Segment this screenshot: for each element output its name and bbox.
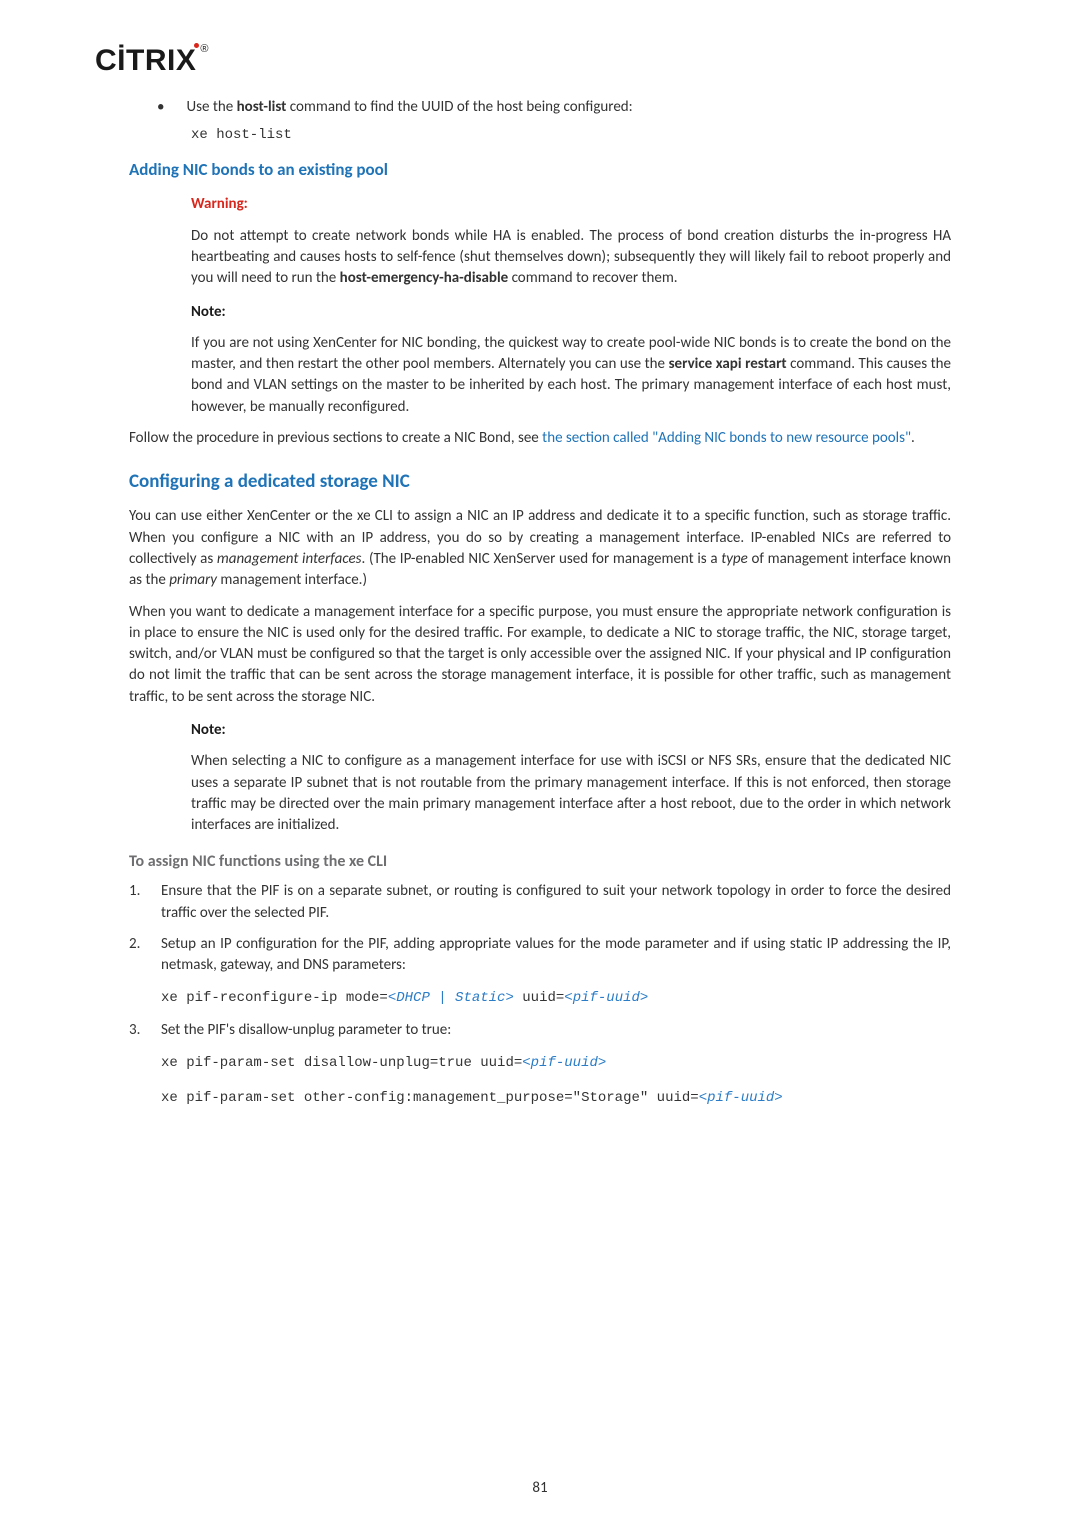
link-adding-nic-bonds[interactable]: the section called "Adding NIC bonds to … bbox=[542, 429, 911, 447]
warning-text: Do not attempt to create network bonds w… bbox=[191, 226, 951, 290]
warning-label: Warning: bbox=[191, 194, 951, 215]
note-2-block: Note: When selecting a NIC to configure … bbox=[191, 720, 951, 836]
code-variable: <pif-uuid> bbox=[564, 990, 648, 1006]
bullet-text: Use the host-list command to find the UU… bbox=[186, 97, 632, 118]
code-host-list: xe host-list bbox=[191, 124, 985, 146]
note-label-1: Note: bbox=[191, 302, 951, 323]
note-label-2: Note: bbox=[191, 720, 951, 741]
bullet-icon: • bbox=[157, 97, 164, 118]
note-2-text: When selecting a NIC to configure as a m… bbox=[191, 751, 951, 836]
page-number: 81 bbox=[0, 1478, 1080, 1499]
code-pif-reconfigure: xe pif-reconfigure-ip mode=<DHCP | Stati… bbox=[161, 986, 985, 1011]
heading-assign-nic-functions: To assign NIC functions using the xe CLI bbox=[129, 851, 985, 874]
list-body: Setup an IP configuration for the PIF, a… bbox=[161, 934, 951, 977]
note-1-text: If you are not using XenCenter for NIC b… bbox=[191, 333, 951, 418]
bullet-row: • Use the host-list command to find the … bbox=[157, 97, 985, 118]
follow-procedure-text: Follow the procedure in previous section… bbox=[129, 428, 951, 449]
code-variable: <DHCP | Static> bbox=[388, 990, 514, 1006]
code-pif-param-disallow: xe pif-param-set disallow-unplug=true uu… bbox=[161, 1051, 985, 1076]
conf-paragraph-1: You can use either XenCenter or the xe C… bbox=[129, 506, 951, 591]
heading-adding-nic-bonds: Adding NIC bonds to an existing pool bbox=[129, 158, 985, 182]
list-item: 3. Set the PIF's disallow-unplug paramet… bbox=[129, 1020, 951, 1041]
list-number: 1. bbox=[129, 881, 161, 902]
list-item: 1. Ensure that the PIF is on a separate … bbox=[129, 881, 951, 924]
list-item: 2. Setup an IP configuration for the PIF… bbox=[129, 934, 951, 977]
ordered-list-cont: 3. Set the PIF's disallow-unplug paramet… bbox=[129, 1020, 951, 1041]
list-number: 3. bbox=[129, 1020, 161, 1041]
code-variable: <pif-uuid> bbox=[699, 1090, 783, 1106]
heading-configuring-storage-nic: Configuring a dedicated storage NIC bbox=[129, 469, 985, 496]
logo-registered-icon: ® bbox=[200, 43, 209, 55]
code-pif-param-other: xe pif-param-set other-config:management… bbox=[161, 1086, 985, 1111]
bullet-block: • Use the host-list command to find the … bbox=[157, 97, 985, 118]
list-body: Ensure that the PIF is on a separate sub… bbox=[161, 881, 951, 924]
page-root: CİTRIX ® • Use the host-list command to f… bbox=[0, 0, 1080, 1527]
code-variable: <pif-uuid> bbox=[522, 1055, 606, 1071]
logo-text: CİTRIX bbox=[95, 44, 196, 77]
ordered-list: 1. Ensure that the PIF is on a separate … bbox=[129, 881, 951, 976]
list-number: 2. bbox=[129, 934, 161, 955]
conf-paragraph-2: When you want to dedicate a management i… bbox=[129, 602, 951, 708]
warning-block: Warning: Do not attempt to create networ… bbox=[191, 194, 951, 418]
list-body: Set the PIF's disallow-unplug parameter … bbox=[161, 1020, 951, 1041]
citrix-logo: CİTRIX ® bbox=[95, 40, 985, 83]
logo-dot-icon bbox=[194, 43, 199, 48]
